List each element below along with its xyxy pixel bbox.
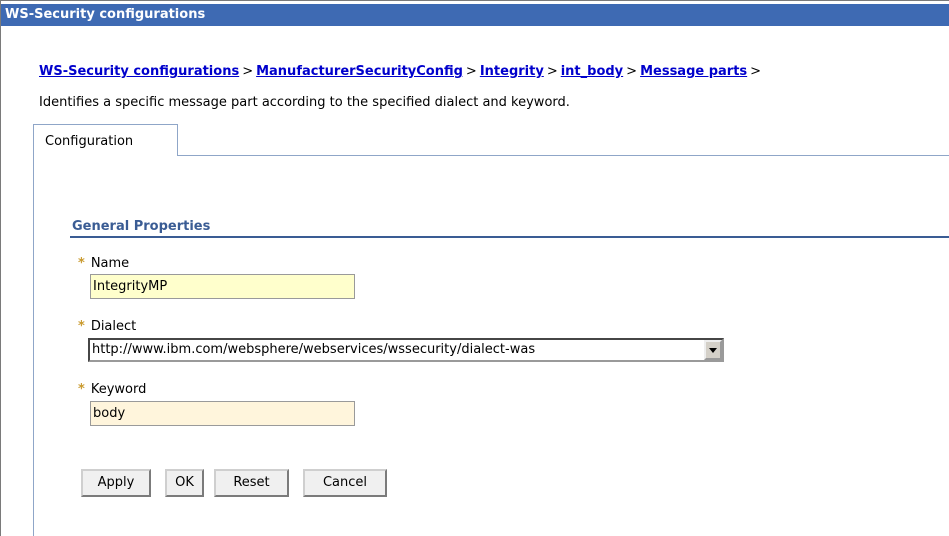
required-marker-icon: *: [78, 382, 85, 397]
required-marker-icon: *: [78, 319, 85, 334]
keyword-label-row: * Keyword: [78, 382, 146, 397]
window-title: WS-Security configurations: [5, 7, 206, 22]
breadcrumb-link-message-parts[interactable]: Message parts: [640, 64, 747, 79]
name-input[interactable]: [90, 274, 355, 299]
apply-button[interactable]: Apply: [81, 469, 151, 497]
section-divider: [70, 236, 949, 238]
dialect-selected-value: http://www.ibm.com/websphere/webservices…: [92, 342, 536, 357]
keyword-label: Keyword: [90, 382, 147, 397]
breadcrumb-separator: >: [546, 64, 558, 79]
keyword-input[interactable]: [90, 401, 355, 426]
breadcrumb-separator: >: [465, 64, 477, 79]
dropdown-button[interactable]: [704, 340, 722, 360]
breadcrumb-separator: >: [750, 64, 762, 79]
tab-strip-border: [178, 155, 949, 156]
name-label: Name: [90, 256, 130, 271]
breadcrumb-link-integrity[interactable]: Integrity: [480, 64, 544, 79]
breadcrumb: WS-Security configurations > ManufacturerS…: [39, 64, 764, 79]
required-marker-icon: *: [78, 256, 85, 271]
dialect-label-row: * Dialect: [78, 319, 136, 334]
dialect-label: Dialect: [90, 319, 137, 334]
cancel-button[interactable]: Cancel: [303, 469, 387, 497]
window-title-bar: WS-Security configurations: [1, 4, 949, 26]
general-properties-heading: General Properties: [72, 219, 211, 234]
breadcrumb-separator: >: [626, 64, 638, 79]
tab-configuration[interactable]: Configuration: [33, 124, 178, 156]
ok-button[interactable]: OK: [165, 469, 204, 497]
breadcrumb-link-ws-security-configurations[interactable]: WS-Security configurations: [39, 64, 239, 79]
tab-configuration-label: Configuration: [45, 134, 134, 149]
reset-button[interactable]: Reset: [214, 469, 289, 497]
dialect-select[interactable]: http://www.ibm.com/websphere/webservices…: [88, 338, 724, 362]
name-label-row: * Name: [78, 256, 129, 271]
breadcrumb-link-manufacturer-security-config[interactable]: ManufacturerSecurityConfig: [256, 64, 463, 79]
breadcrumb-separator: >: [242, 64, 254, 79]
tab-panel-border: [33, 155, 34, 536]
chevron-down-icon: [709, 347, 717, 353]
page-description: Identifies a specific message part accor…: [39, 95, 570, 110]
content-frame: [0, 0, 949, 536]
breadcrumb-link-int-body[interactable]: int_body: [561, 64, 623, 79]
